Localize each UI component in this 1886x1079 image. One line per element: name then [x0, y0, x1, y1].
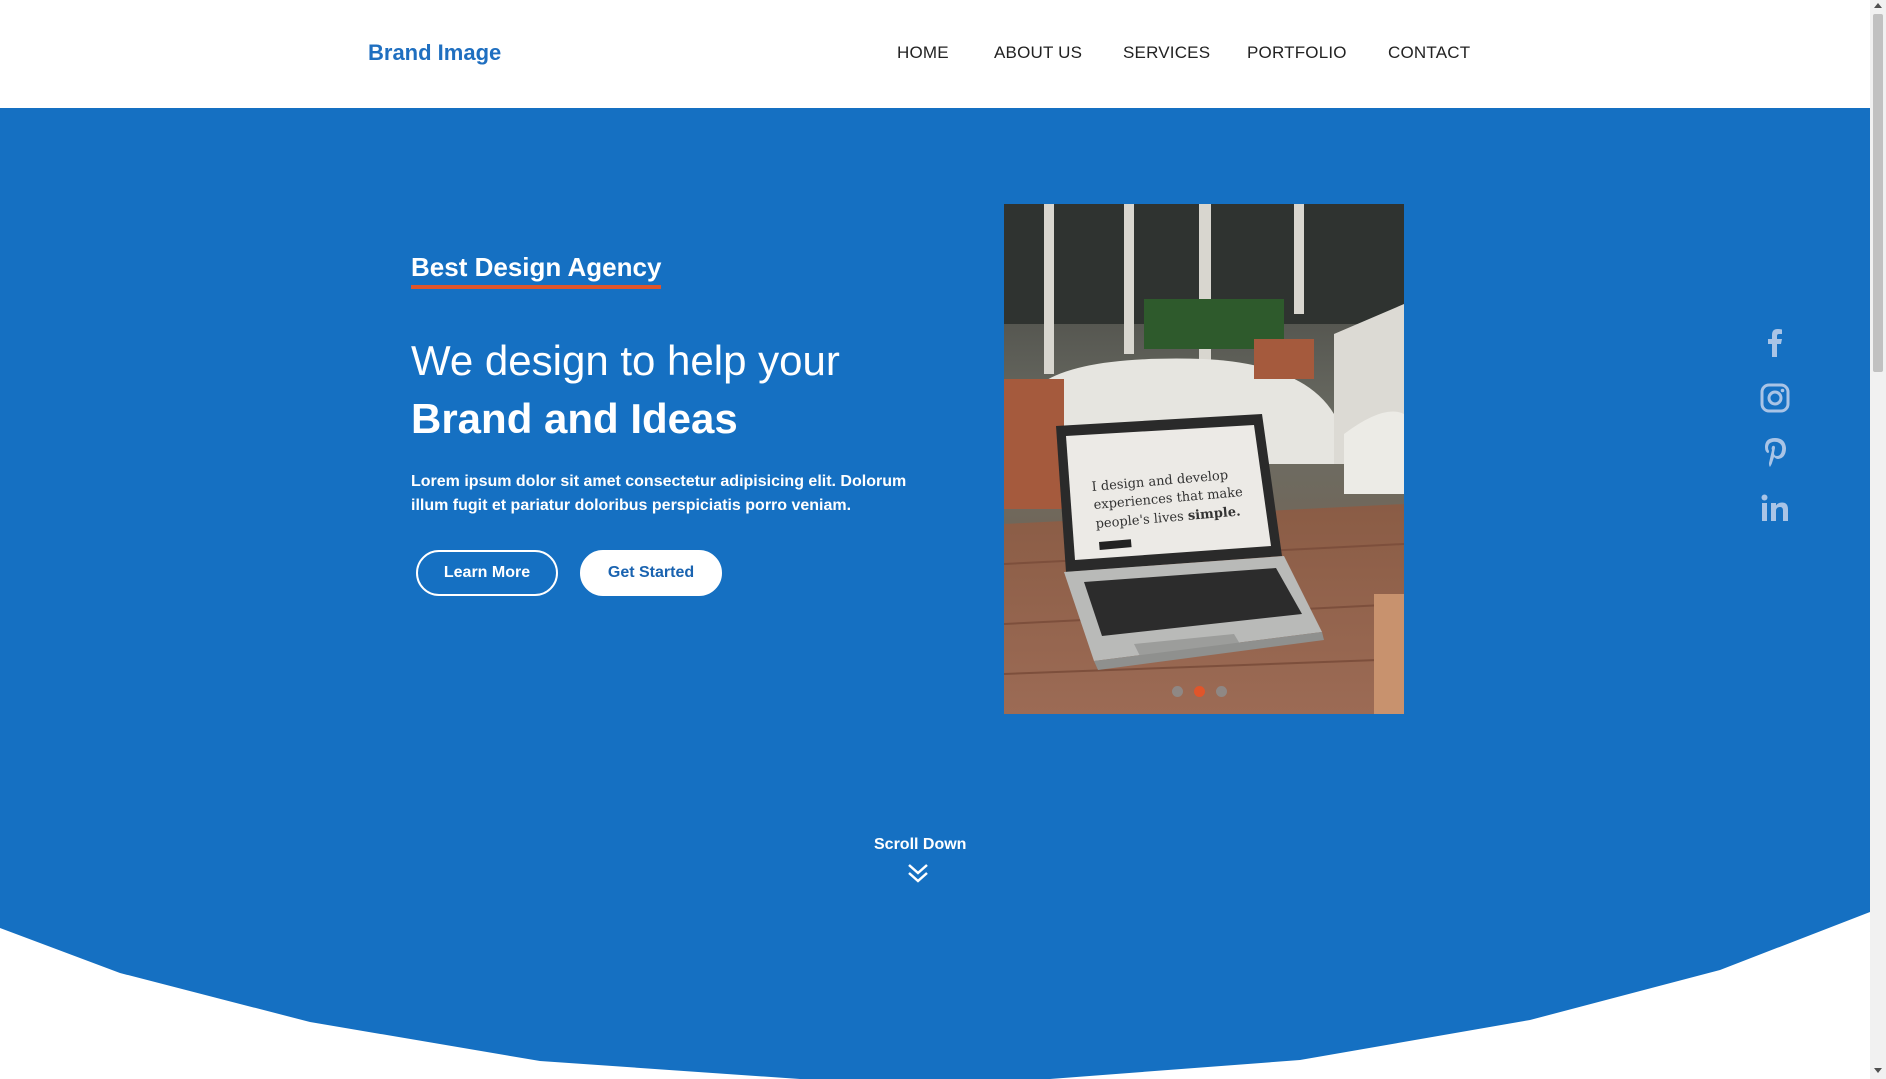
scroll-up-arrow-icon[interactable]	[1874, 3, 1882, 8]
brand-logo[interactable]: Brand Image	[368, 40, 501, 66]
headline-line-1: We design to help your	[411, 337, 840, 384]
scrollbar-thumb[interactable]	[1873, 14, 1883, 372]
nav-home[interactable]: HOME	[897, 43, 949, 63]
site-header: Brand Image HOME ABOUT US SERVICES PORTF…	[0, 0, 1870, 108]
hero-photo: I design and develop experiences that ma…	[1004, 204, 1404, 714]
learn-more-button[interactable]: Learn More	[416, 550, 558, 596]
carousel-dot-1[interactable]	[1172, 686, 1183, 697]
scroll-down-label[interactable]: Scroll Down	[874, 836, 966, 854]
get-started-button[interactable]: Get Started	[580, 550, 722, 596]
nav-contact[interactable]: CONTACT	[1388, 43, 1470, 63]
carousel-dots	[1172, 686, 1227, 697]
instagram-icon[interactable]	[1758, 381, 1792, 415]
laptop-photo-illustration: I design and develop experiences that ma…	[1004, 204, 1404, 714]
pinterest-icon[interactable]	[1758, 435, 1792, 469]
double-chevron-down-icon[interactable]	[906, 862, 930, 884]
facebook-icon[interactable]	[1758, 325, 1792, 359]
headline-line-2: Brand and Ideas	[411, 395, 738, 442]
carousel-dot-2[interactable]	[1194, 686, 1205, 697]
scroll-down-arrow-icon[interactable]	[1874, 1068, 1882, 1073]
hero-section	[0, 108, 1870, 1079]
page: Brand Image HOME ABOUT US SERVICES PORTF…	[0, 0, 1870, 1079]
nav-about-us[interactable]: ABOUT US	[994, 43, 1082, 63]
linkedin-icon[interactable]	[1758, 491, 1792, 525]
nav-portfolio[interactable]: PORTFOLIO	[1247, 43, 1347, 63]
page-scrollbar[interactable]	[1870, 0, 1886, 1079]
hero-headline: We design to help your Brand and Ideas	[411, 332, 840, 448]
carousel-dot-3[interactable]	[1216, 686, 1227, 697]
hero-tagline: Best Design Agency	[411, 252, 662, 289]
hero-description: Lorem ipsum dolor sit amet consectetur a…	[411, 473, 907, 514]
nav-services[interactable]: SERVICES	[1123, 43, 1210, 63]
